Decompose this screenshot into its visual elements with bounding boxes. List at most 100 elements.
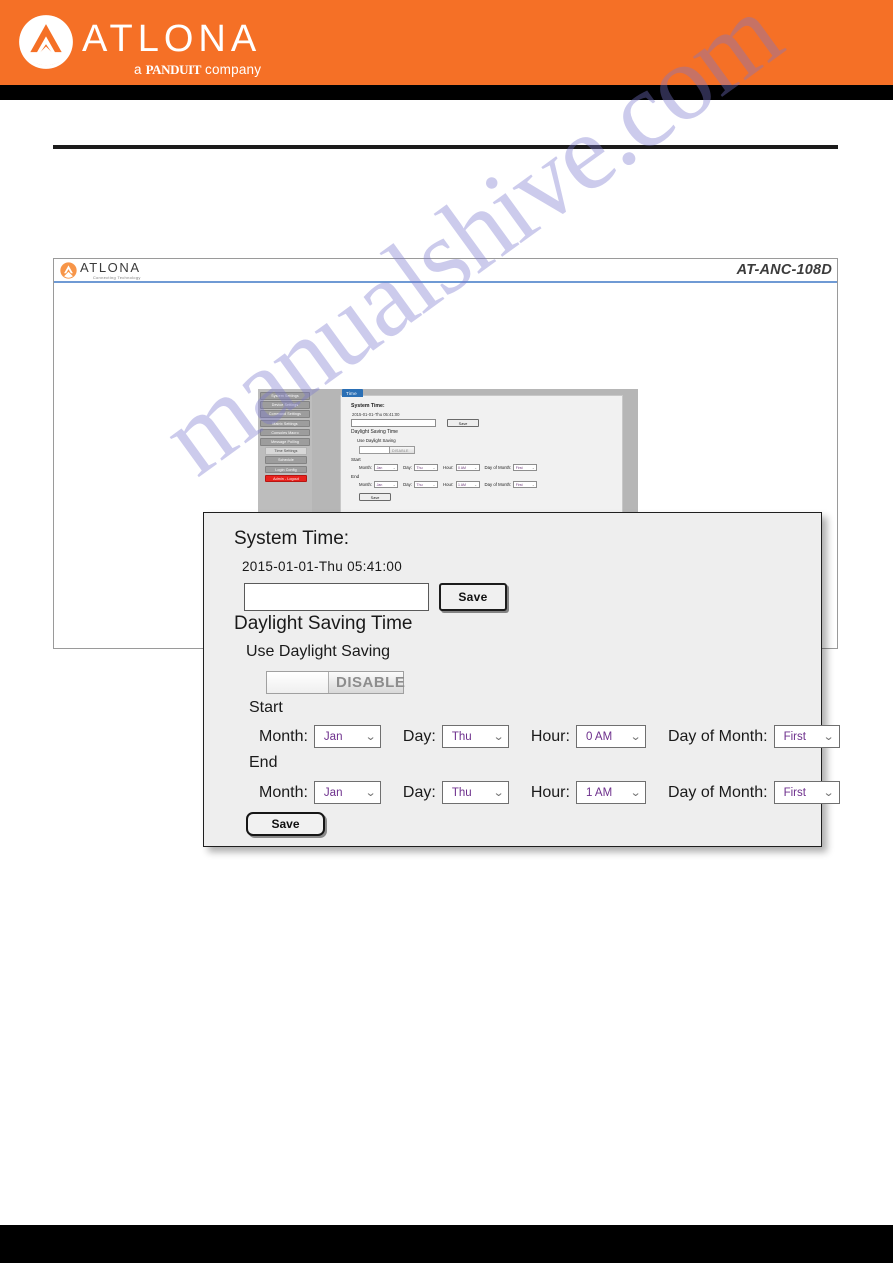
end-month-value: Jan	[323, 786, 343, 799]
header-black-bar	[0, 85, 893, 100]
mini-dst-toggle[interactable]: DISABLE	[359, 446, 415, 454]
start-day-of-month-select[interactable]: First ⌄	[773, 725, 840, 748]
page-footer	[0, 1225, 893, 1263]
mini-start-hour-value: 0 AM	[458, 465, 466, 470]
sidebar-item-login-config[interactable]: Login Config	[265, 465, 307, 474]
page-header: ATLONA a PANDUIT company	[0, 0, 893, 85]
sidebar-item-schedule[interactable]: Schedule	[265, 456, 307, 464]
end-day-label: Day:	[402, 783, 436, 801]
chevron-down-icon: ⌄	[823, 787, 835, 799]
sidebar-item-device-settings[interactable]: Device Settings	[260, 401, 310, 409]
mini-start-month-select[interactable]: Jan ⌄	[374, 464, 399, 471]
save-dst-button[interactable]: Save	[246, 812, 325, 836]
ui-logo-text: ATLONA Connecting Technology	[80, 261, 141, 280]
system-time-title: System Time:	[234, 528, 350, 549]
mini-system-time-title: System Time:	[351, 403, 385, 409]
sidebar-item-message-polling[interactable]: Message Polling	[260, 437, 310, 446]
mini-dst-title: Daylight Saving Time	[351, 429, 398, 435]
mini-end-row: Month: Jan ⌄ Day: Thu ⌄ Hour: 1 AM ⌄ Day of…	[359, 481, 542, 488]
sidebar-item-admin-logout[interactable]: Admin - Logout	[265, 474, 307, 483]
mini-end-month-select[interactable]: Jan ⌄	[374, 481, 399, 488]
daylight-saving-toggle[interactable]: DISABLE	[266, 671, 405, 694]
start-day-select[interactable]: Thu ⌄	[441, 725, 509, 748]
mini-save-dst-button[interactable]: Save	[359, 493, 391, 501]
start-hour-label: Hour:	[530, 727, 570, 745]
start-month-select[interactable]: Jan ⌄	[313, 725, 381, 748]
end-day-of-month-select[interactable]: First ⌄	[773, 781, 840, 804]
daylight-saving-title: Daylight Saving Time	[234, 613, 413, 634]
sidebar-item-command-settings[interactable]: Command Settings	[260, 410, 310, 418]
sidebar-item-system-settings[interactable]: System Settings	[260, 392, 310, 400]
ui-logo-wordmark: ATLONA	[80, 260, 141, 275]
sidebar-item-matrix-settings[interactable]: Matrix Settings	[260, 419, 310, 428]
mini-start-label: Start	[351, 457, 361, 462]
chevron-down-icon: ⌄	[629, 731, 642, 743]
section-divider-rule	[53, 145, 838, 149]
mini-start-day-select[interactable]: Thu ⌄	[413, 464, 438, 471]
start-day-value: Thu	[451, 730, 472, 743]
end-hour-value: 1 AM	[585, 786, 613, 799]
chevron-down-icon: ⌄	[392, 482, 396, 487]
chevron-down-icon: ⌄	[432, 482, 436, 487]
mini-tab-time[interactable]: Time	[342, 389, 363, 398]
use-daylight-saving-label: Use Daylight Saving	[246, 643, 391, 660]
start-day-of-month-value: First	[783, 730, 806, 743]
mini-start-month-label: Month:	[359, 465, 373, 470]
brand-lockup: ATLONA a PANDUIT company	[18, 14, 261, 78]
end-hour-select[interactable]: 1 AM ⌄	[575, 781, 646, 804]
start-row: Month: Jan ⌄ Day: Thu ⌄ Hour: 0 AM ⌄ Day…	[259, 725, 840, 748]
atlona-mark-icon-small	[60, 262, 77, 279]
mini-sidebar: System Settings Device Settings Command …	[258, 389, 312, 519]
tagline-panduit: PANDUIT	[145, 62, 202, 77]
start-hour-select[interactable]: 0 AM ⌄	[575, 725, 646, 748]
chevron-down-icon: ⌄	[531, 465, 535, 470]
mini-start-hour-label: Hour:	[442, 465, 454, 470]
mini-end-hour-select[interactable]: 1 AM ⌄	[455, 481, 480, 488]
toggle-knob	[267, 672, 329, 693]
mini-start-dom-value: First	[515, 465, 523, 470]
system-time-value: 2015-01-01-Thu 05:41:00	[242, 559, 403, 574]
mini-end-day-select[interactable]: Thu ⌄	[413, 481, 438, 488]
mini-end-month-label: Month:	[359, 482, 373, 487]
chevron-down-icon: ⌄	[629, 787, 642, 799]
ui-logo: ATLONA Connecting Technology	[60, 261, 141, 280]
sidebar-item-time-settings[interactable]: Time Settings	[265, 447, 307, 455]
end-day-of-month-value: First	[783, 786, 806, 799]
start-month-value: Jan	[323, 730, 343, 743]
chevron-down-icon: ⌄	[823, 731, 835, 743]
mini-start-dom-select[interactable]: First ⌄	[513, 464, 538, 471]
end-month-select[interactable]: Jan ⌄	[313, 781, 381, 804]
mini-use-dst-label: Use Daylight Saving	[357, 438, 396, 443]
tagline-prefix: a	[133, 62, 146, 77]
sidebar-item-consoles-macro[interactable]: Consoles Macro	[260, 428, 310, 437]
mini-start-hour-select[interactable]: 0 AM ⌄	[455, 464, 480, 471]
mini-save-time-button[interactable]: Save	[447, 419, 479, 427]
start-hour-value: 0 AM	[585, 730, 613, 743]
mini-start-day-label: Day:	[403, 465, 412, 470]
brand-tagline: a PANDUIT company	[134, 62, 261, 78]
brand-wordmark: ATLONA	[82, 18, 262, 60]
mini-time-panel: Time System Time: 2015-01-01-Thu 05:41:0…	[340, 389, 623, 516]
brand-text: ATLONA a PANDUIT company	[82, 14, 261, 78]
end-day-select[interactable]: Thu ⌄	[441, 781, 509, 804]
end-hour-label: Hour:	[530, 783, 570, 801]
mini-start-row: Month: Jan ⌄ Day: Thu ⌄ Hour: 0 AM ⌄ Day of…	[359, 464, 542, 471]
atlona-mark-icon	[19, 15, 73, 69]
chevron-down-icon: ⌄	[531, 482, 535, 487]
time-input[interactable]	[244, 583, 429, 611]
mini-dst-toggle-knob	[360, 447, 390, 453]
end-row: Month: Jan ⌄ Day: Thu ⌄ Hour: 1 AM ⌄ Day…	[259, 781, 840, 804]
mini-system-time-value: 2015-01-01-Thu 05:41:00	[352, 412, 400, 417]
mini-end-month-value: Jan	[376, 482, 383, 487]
mini-end-dom-select[interactable]: First ⌄	[513, 481, 538, 488]
mini-start-dom-label: Day of Month:	[484, 465, 512, 470]
chevron-down-icon: ⌄	[392, 465, 396, 470]
mini-dst-toggle-state: DISABLE	[392, 449, 409, 453]
start-day-of-month-label: Day of Month:	[667, 727, 768, 745]
end-day-value: Thu	[451, 786, 472, 799]
chevron-down-icon: ⌄	[474, 482, 477, 487]
save-time-button[interactable]: Save	[439, 583, 507, 611]
chevron-down-icon: ⌄	[364, 731, 377, 743]
mini-time-input[interactable]	[351, 419, 436, 427]
mini-end-dom-label: Day of Month:	[484, 482, 512, 487]
